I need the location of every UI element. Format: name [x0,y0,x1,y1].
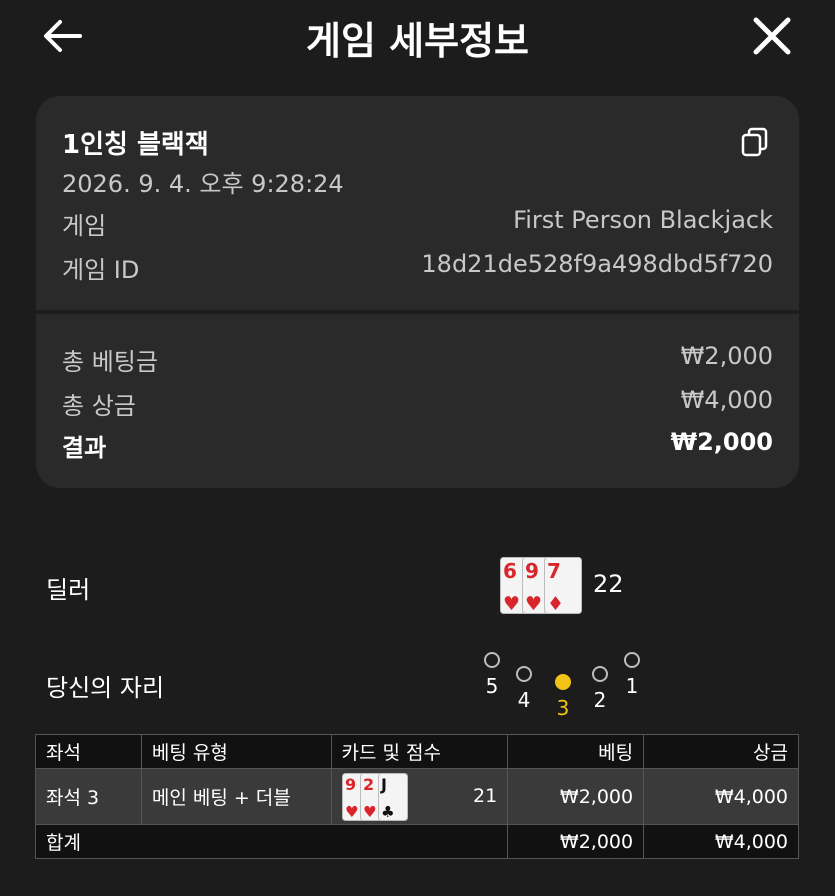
row-win: ₩4,000 [643,768,799,825]
total-bet: ₩2,000 [507,824,645,859]
seat-1-dot[interactable] [624,652,640,668]
table-row: 좌석 3 메인 베팅 + 더블 9 ♥ 2 ♥ J ♣ 21 ₩2,000 ₩4,000 [35,768,799,825]
card-rank: 9 [345,775,356,794]
copy-button[interactable] [740,126,770,158]
seat-1-number: 1 [625,674,639,698]
result-value: ₩2,000 [670,428,773,456]
row-bet-type: 메인 베팅 + 더블 [140,768,332,825]
row-score: 21 [473,785,498,807]
card-suit: ♥ [345,803,359,821]
game-value: First Person Blackjack [513,206,773,234]
playing-card: 7♦ [544,557,582,614]
card-suit: ♦ [547,593,564,614]
table-total-row: 합계 ₩2,000 ₩4,000 [34,824,799,859]
game-id-label: 게임 ID [62,256,140,284]
dealer-score: 22 [593,570,624,598]
row-cards-cell: 9 ♥ 2 ♥ J ♣ 21 [330,768,509,825]
seat-4-number: 4 [517,688,531,712]
seat-5-dot[interactable] [484,652,500,668]
card-suit: ♥ [363,803,377,821]
card-suit: ♣ [381,803,395,821]
copy-icon [741,127,768,157]
page-title: 게임 세부정보 [306,19,529,63]
card-rank: 9 [525,559,539,583]
total-win: ₩4,000 [643,824,799,859]
table-header-row: 좌석 베팅 유형 카드 및 점수 베팅 상금 [35,734,799,769]
card-rank: 2 [363,775,374,794]
seat-picker: 54 321 [478,648,648,720]
game-datetime: 2026. 9. 4. 오후 9:28:24 [62,170,344,198]
dealer-label: 딜러 [46,576,91,604]
card-suit: ♥ [525,593,542,614]
seat-label: 당신의 자리 [46,674,165,702]
bet-detail-table: 좌석 베팅 유형 카드 및 점수 베팅 상금 좌석 3 메인 베팅 + 더블 9… [34,734,799,859]
game-label: 게임 [62,212,107,240]
header-cards-score: 카드 및 점수 [330,734,509,769]
summary-card: 1인칭 블랙잭 2026. 9. 4. 오후 9:28:24 게임 First … [36,96,799,488]
playing-card: J♣ [377,773,408,821]
dealer-cards: 6♥9♥7♦ [500,557,582,614]
close-button[interactable] [750,14,794,58]
total-win-label: 총 상금 [62,392,136,420]
card-rank: 6 [503,559,517,583]
header-bet-type: 베팅 유형 [140,734,332,769]
seat-5-number: 5 [485,674,499,698]
row-seat: 좌석 3 [35,768,142,825]
total-win-value: ₩4,000 [680,386,773,414]
seat-2-dot[interactable] [592,666,608,682]
header-win: 상금 [643,734,799,769]
player-cards: 9♥2♥J♣ [341,773,408,821]
header-bet: 베팅 [507,734,645,769]
row-bet: ₩2,000 [507,768,645,825]
seat-3-number: 3 [556,696,570,720]
seat-2-number: 2 [593,688,607,712]
card-suit: ♥ [503,593,520,614]
card-divider [36,310,799,314]
game-name: 1인칭 블랙잭 [62,130,209,160]
game-id-value[interactable]: 18d21de528f9a498dbd5f720 [421,250,773,278]
total-label: 합계 [34,824,509,859]
total-bet-label: 총 베팅금 [62,348,158,376]
header-seat: 좌석 [35,734,142,769]
seat-3-dot[interactable] [555,674,571,690]
card-rank: J [380,775,387,794]
card-rank: 7 [547,559,561,583]
header-bar: 게임 세부정보 [0,0,835,80]
result-label: 결과 [62,434,107,462]
total-bet-value: ₩2,000 [680,342,773,370]
seat-4-dot[interactable] [516,666,532,682]
close-icon [753,17,791,55]
